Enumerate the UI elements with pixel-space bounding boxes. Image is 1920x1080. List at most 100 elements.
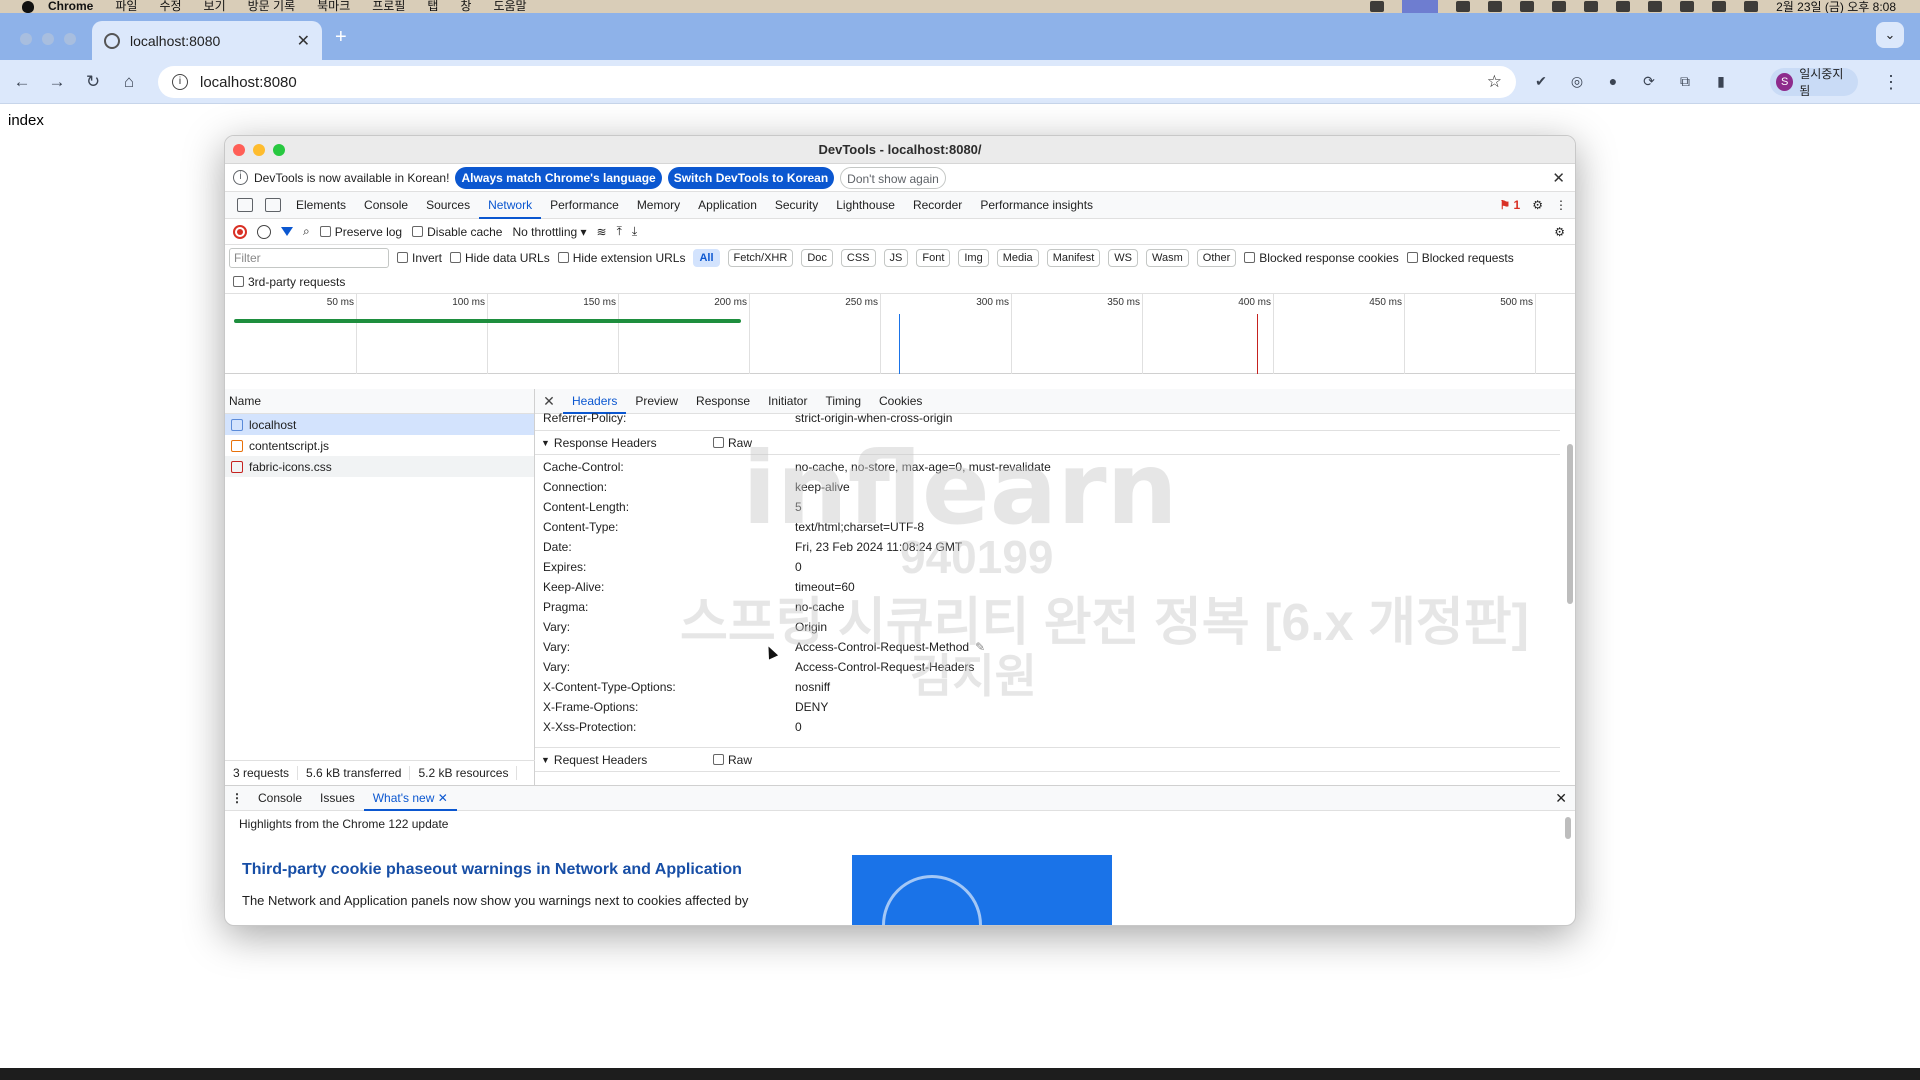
more-options-icon[interactable]: ⋮ [1555,198,1567,212]
apple-icon[interactable] [22,0,34,13]
tab-application[interactable]: Application [689,192,766,219]
close-infobar-icon[interactable]: ✕ [1552,169,1565,187]
invert-checkbox[interactable]: Invert [397,251,442,265]
drawer-scrollbar[interactable] [1565,817,1571,839]
whats-new-heading[interactable]: Third-party cookie phaseout warnings in … [242,861,742,879]
name-column-header[interactable]: Name [225,389,534,414]
blocked-cookies-checkbox[interactable]: Blocked response cookies [1244,251,1399,265]
close-window-button[interactable] [233,144,245,156]
menu-tab[interactable]: 탭 [427,0,438,13]
site-info-icon[interactable]: i [172,74,188,90]
forward-icon[interactable]: → [45,70,69,94]
tab-recorder[interactable]: Recorder [904,192,971,219]
tab-response[interactable]: Response [687,389,759,414]
tab-timing[interactable]: Timing [816,389,870,414]
extension-icon[interactable]: ● [1602,70,1624,92]
back-icon[interactable]: ← [10,70,34,94]
request-row[interactable]: localhost [225,414,534,435]
tab-performance-insights[interactable]: Performance insights [971,192,1102,219]
type-filter-fetch[interactable]: Fetch/XHR [727,248,794,267]
close-tab-icon[interactable]: ✕ [297,31,310,51]
extension-check-icon[interactable]: ✔ [1530,70,1552,92]
tab-console[interactable]: Console [355,192,417,219]
menubar-clock[interactable]: 2월 23일 (금) 오후 8:08 [1776,0,1896,13]
clear-icon[interactable] [257,224,271,239]
disable-cache-checkbox[interactable]: Disable cache [412,225,502,239]
extension-icon[interactable]: ◎ [1566,70,1588,92]
menu-file[interactable]: 파일 [115,0,137,13]
status-icon[interactable] [1370,1,1385,12]
menu-app-name[interactable]: Chrome [48,0,93,13]
input-source-icon[interactable] [1616,1,1631,12]
type-filter-font[interactable]: Font [916,248,951,267]
request-row[interactable]: fabric-icons.css [225,456,534,477]
tab-security[interactable]: Security [766,192,827,219]
close-tab-icon[interactable]: ✕ [438,791,448,805]
tab-initiator[interactable]: Initiator [759,389,816,414]
search-icon[interactable]: ⌕ [303,224,310,239]
airdrop-icon[interactable] [1488,1,1503,12]
menu-help[interactable]: 도움말 [493,0,526,13]
chrome-menu-icon[interactable]: ⋮ [1882,72,1900,93]
device-toolbar-icon[interactable] [265,198,281,212]
type-filter-css[interactable]: CSS [840,248,876,267]
url-text[interactable]: localhost:8080 [200,74,297,91]
spotlight-icon[interactable] [1680,1,1695,12]
type-filter-media[interactable]: Media [996,248,1039,267]
menu-history[interactable]: 방문 기록 [248,0,296,13]
raw-checkbox[interactable]: Raw [713,436,752,450]
address-bar[interactable]: i localhost:8080 ☆ [158,66,1516,98]
browser-tab[interactable]: localhost:8080 ✕ [92,21,322,60]
play-icon[interactable] [1520,1,1535,12]
tab-cookies[interactable]: Cookies [870,389,931,414]
tab-preview[interactable]: Preview [626,389,687,414]
type-filter-js[interactable]: JS [883,248,909,267]
bookmark-star-icon[interactable]: ☆ [1487,72,1502,92]
filter-input[interactable]: Filter [229,247,389,268]
tab-search-icon[interactable]: ⌄ [1876,22,1904,48]
menu-bookmarks[interactable]: 북마크 [317,0,350,13]
type-filter-manifest[interactable]: Manifest [1046,248,1101,267]
tab-network[interactable]: Network [479,192,542,219]
close-window-button[interactable] [20,33,32,45]
maximize-window-button[interactable] [64,33,76,45]
network-conditions-icon[interactable]: ≋ [597,225,607,239]
request-row[interactable]: contentscript.js [225,435,534,456]
siri-icon[interactable] [1744,1,1759,12]
filter-icon[interactable] [281,227,293,236]
tab-performance[interactable]: Performance [541,192,628,219]
request-headers-section[interactable]: ▼ Request Headers Raw [535,747,1560,772]
tab-lighthouse[interactable]: Lighthouse [827,192,904,219]
headers-scrollbar[interactable] [1567,444,1573,604]
minimize-window-button[interactable] [42,33,54,45]
hide-data-urls-checkbox[interactable]: Hide data URLs [450,251,550,265]
extensions-puzzle-icon[interactable]: ⧉ [1674,70,1696,92]
third-party-checkbox[interactable]: 3rd-party requests [233,275,345,289]
settings-gear-icon[interactable]: ⚙ [1532,198,1543,212]
menu-view[interactable]: 보기 [204,0,226,13]
status-icon[interactable] [1456,1,1471,12]
response-headers-section[interactable]: ▼ Response Headers Raw [535,430,1560,455]
throttling-select[interactable]: No throttling ▾ [512,225,586,239]
type-filter-ws[interactable]: WS [1108,248,1138,267]
dont-show-again-button[interactable]: Don't show again [840,166,946,189]
type-filter-doc[interactable]: Doc [801,248,833,267]
preserve-log-checkbox[interactable]: Preserve log [319,225,402,239]
issues-badge[interactable]: ⚑ 1 [1499,198,1520,212]
control-center-icon[interactable] [1712,1,1727,12]
side-panel-icon[interactable]: ▮ [1710,70,1732,92]
drawer-tab-issues[interactable]: Issues [311,786,364,811]
new-tab-icon[interactable]: + [335,26,347,49]
record-icon[interactable] [233,224,247,239]
drawer-tab-whats-new[interactable]: What's new ✕ [363,786,457,811]
reload-icon[interactable]: ↻ [81,70,105,94]
menu-profiles[interactable]: 프로필 [372,0,405,13]
export-har-icon[interactable]: ⤓ [632,224,637,239]
home-icon[interactable]: ⌂ [117,70,141,94]
drawer-tab-console[interactable]: Console [249,786,311,811]
type-filter-all[interactable]: All [693,248,720,267]
minimize-window-button[interactable] [253,144,265,156]
menu-edit[interactable]: 수정 [159,0,181,13]
network-settings-icon[interactable]: ⚙ [1554,225,1565,239]
tab-headers[interactable]: Headers [563,389,627,414]
